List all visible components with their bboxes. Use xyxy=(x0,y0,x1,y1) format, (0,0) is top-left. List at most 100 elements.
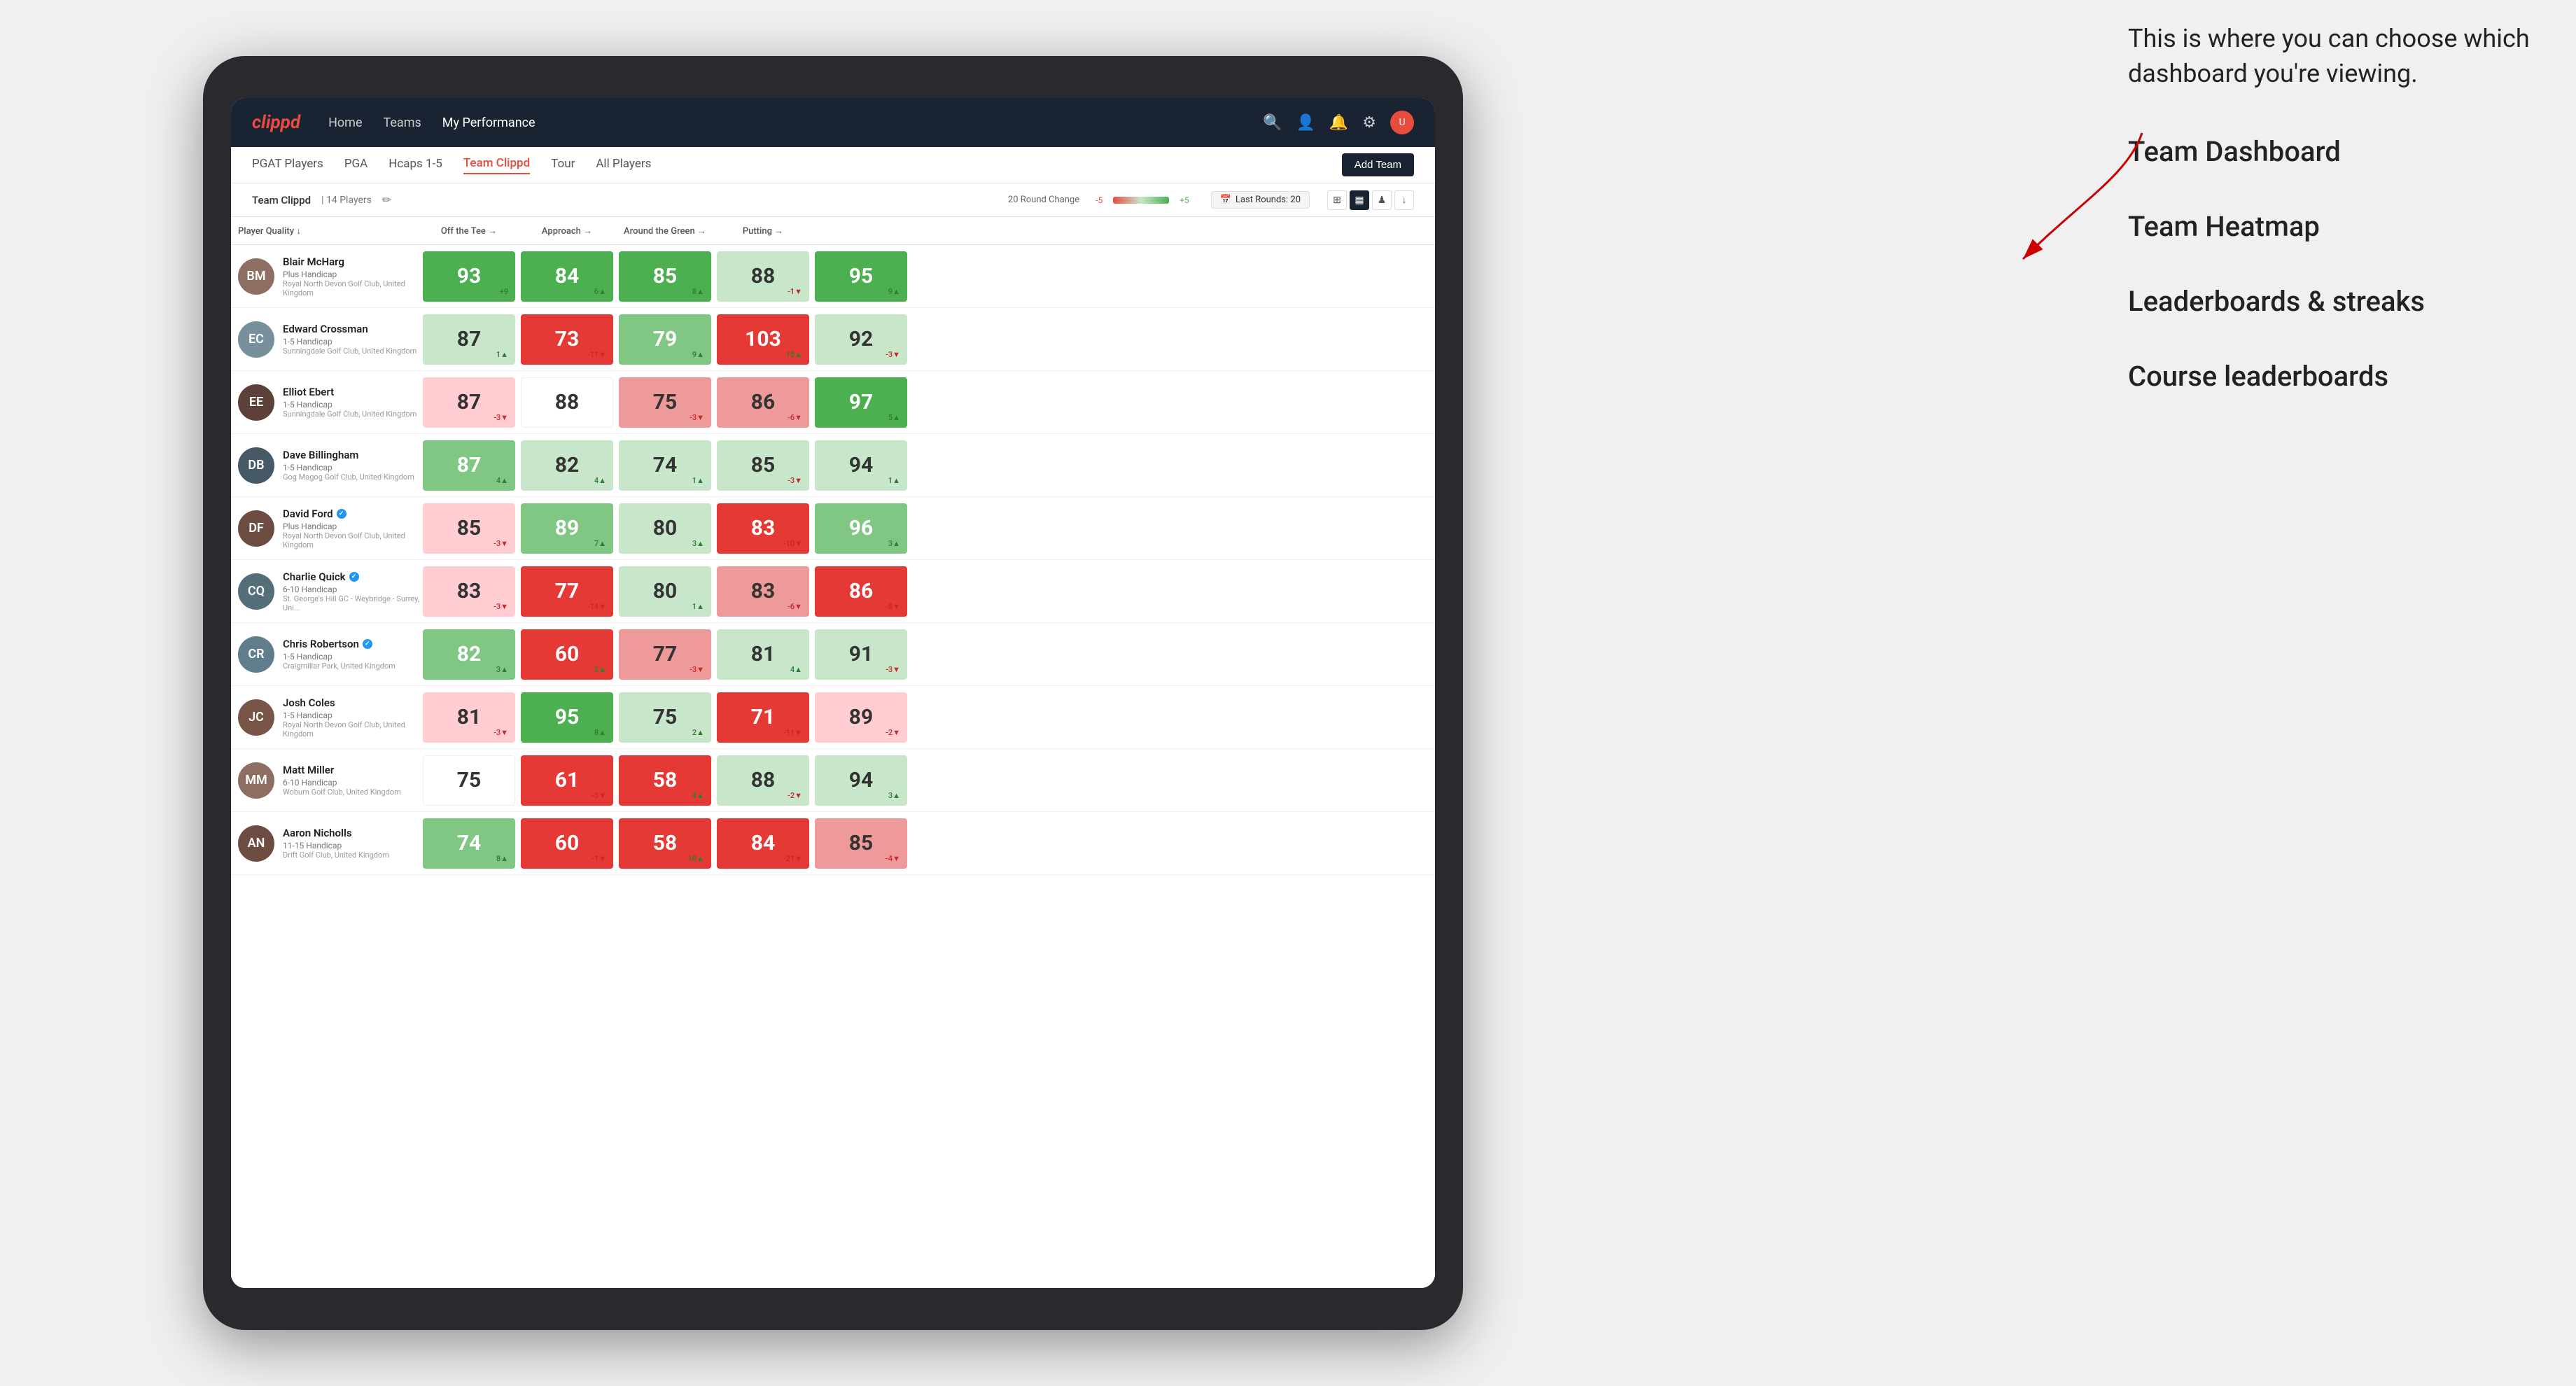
score-change: -10▼ xyxy=(783,539,802,548)
annotation-team-dashboard: Team Dashboard xyxy=(2128,134,2534,170)
nav-my-performance[interactable]: My Performance xyxy=(442,115,536,130)
avatar: CQ xyxy=(238,573,274,610)
score-cell-2: 75-3▼ xyxy=(619,377,711,428)
sub-nav-team-clippd[interactable]: Team Clippd xyxy=(463,156,530,174)
score-change: -3▼ xyxy=(886,350,900,359)
annotation-course-leaderboards: Course leaderboards xyxy=(2128,358,2534,395)
score-value: 88 xyxy=(555,390,579,414)
score-value: 89 xyxy=(555,516,579,540)
score-cell-3: 88-1▼ xyxy=(717,251,809,302)
player-info-cell: CRChris Robertson✓1-5 HandicapCraigmilla… xyxy=(238,631,420,678)
score-cell-4: 963▲ xyxy=(815,503,907,554)
add-team-button[interactable]: Add Team xyxy=(1342,153,1414,176)
nav-teams[interactable]: Teams xyxy=(384,115,421,130)
table-row[interactable]: CQCharlie Quick✓6-10 HandicapSt. George'… xyxy=(231,560,1435,623)
avatar[interactable]: U xyxy=(1390,111,1414,134)
score-value: 74 xyxy=(457,831,481,855)
player-details: Aaron Nicholls11-15 HandicapDrift Golf C… xyxy=(283,827,420,860)
nav-items: Home Teams My Performance xyxy=(328,115,1263,130)
last-rounds-button[interactable]: 📅 Last Rounds: 20 xyxy=(1211,191,1310,209)
score-value: 71 xyxy=(751,705,775,729)
annotation-menu-items: Team Dashboard Team Heatmap Leaderboards… xyxy=(2128,134,2534,395)
score-cell-3: 814▲ xyxy=(717,629,809,680)
score-cell-3: 10315▲ xyxy=(717,314,809,365)
score-value: 60 xyxy=(555,831,579,855)
table-row[interactable]: ECEdward Crossman1-5 HandicapSunningdale… xyxy=(231,308,1435,371)
player-details: Matt Miller6-10 HandicapWoburn Golf Club… xyxy=(283,764,420,797)
col-around-green: Around the Green → xyxy=(616,225,714,237)
score-cell-3: 83-10▼ xyxy=(717,503,809,554)
player-club: Royal North Devon Golf Club, United King… xyxy=(283,531,420,550)
score-cell-2: 77-3▼ xyxy=(619,629,711,680)
score-value: 60 xyxy=(555,642,579,666)
annotation-intro: This is where you can choose which dashb… xyxy=(2128,21,2534,92)
avatar: DB xyxy=(238,447,274,484)
score-value: 86 xyxy=(849,579,873,603)
nav-icons: 🔍 👤 🔔 ⚙ U xyxy=(1263,111,1414,134)
player-name: Chris Robertson✓ xyxy=(283,638,420,650)
score-cell-3: 86-6▼ xyxy=(717,377,809,428)
score-value: 93 xyxy=(457,264,481,288)
score-value: 91 xyxy=(849,642,873,666)
score-value: 80 xyxy=(653,579,677,603)
player-handicap: 11-15 Handicap xyxy=(283,841,420,850)
player-name: Elliot Ebert xyxy=(283,386,420,398)
score-change: 4▲ xyxy=(594,476,606,485)
sub-nav-tour[interactable]: Tour xyxy=(551,157,575,174)
list-view-button[interactable]: ♟ xyxy=(1372,190,1392,210)
score-value: 92 xyxy=(849,327,873,351)
table-row[interactable]: ANAaron Nicholls11-15 HandicapDrift Golf… xyxy=(231,812,1435,875)
score-value: 83 xyxy=(751,579,775,603)
bell-icon[interactable]: 🔔 xyxy=(1329,114,1348,132)
user-icon[interactable]: 👤 xyxy=(1296,114,1315,132)
edit-icon[interactable]: ✏ xyxy=(382,193,391,206)
score-value: 87 xyxy=(457,390,481,414)
annotation-leaderboards: Leaderboards & streaks xyxy=(2128,284,2534,320)
annotation-area: This is where you can choose which dashb… xyxy=(2128,21,2534,433)
score-value: 84 xyxy=(555,264,579,288)
sub-nav-hcaps[interactable]: Hcaps 1-5 xyxy=(388,157,442,174)
score-change: -3▼ xyxy=(493,602,508,611)
player-name: Matt Miller xyxy=(283,764,420,776)
player-handicap: 6-10 Handicap xyxy=(283,584,420,594)
table-row[interactable]: JCJosh Coles1-5 HandicapRoyal North Devo… xyxy=(231,686,1435,749)
player-handicap: 6-10 Handicap xyxy=(283,778,420,788)
score-cell-4: 975▲ xyxy=(815,377,907,428)
score-change: -3▼ xyxy=(886,665,900,674)
table-row[interactable]: EEElliot Ebert1-5 HandicapSunningdale Go… xyxy=(231,371,1435,434)
player-details: Dave Billingham1-5 HandicapGog Magog Gol… xyxy=(283,449,420,482)
table-row[interactable]: DFDavid Ford✓Plus HandicapRoyal North De… xyxy=(231,497,1435,560)
table-row[interactable]: CRChris Robertson✓1-5 HandicapCraigmilla… xyxy=(231,623,1435,686)
score-cell-2: 5810▲ xyxy=(619,818,711,869)
score-cell-0: 81-3▼ xyxy=(423,692,515,743)
grid-view-button[interactable]: ⊞ xyxy=(1327,190,1347,210)
score-cell-0: 871▲ xyxy=(423,314,515,365)
player-club: Sunningdale Golf Club, United Kingdom xyxy=(283,410,420,419)
avatar: DF xyxy=(238,510,274,547)
player-name: Josh Coles xyxy=(283,696,420,709)
sub-nav-pgat[interactable]: PGAT Players xyxy=(252,157,323,174)
score-change: -6▼ xyxy=(788,413,802,422)
download-button[interactable]: ↓ xyxy=(1394,190,1414,210)
player-club: Royal North Devon Golf Club, United King… xyxy=(283,279,420,298)
table-row[interactable]: BMBlair McHargPlus HandicapRoyal North D… xyxy=(231,245,1435,308)
search-icon[interactable]: 🔍 xyxy=(1263,114,1282,132)
sub-nav-pga[interactable]: PGA xyxy=(344,157,368,174)
nav-home[interactable]: Home xyxy=(328,115,362,130)
player-handicap: 1-5 Handicap xyxy=(283,710,420,720)
score-change: -6▼ xyxy=(788,602,802,611)
score-value: 88 xyxy=(751,264,775,288)
settings-icon[interactable]: ⚙ xyxy=(1362,114,1376,132)
table-row[interactable]: MMMatt Miller6-10 HandicapWoburn Golf Cl… xyxy=(231,749,1435,812)
table-area: Player Quality ↓ Off the Tee → Approach … xyxy=(231,217,1435,1288)
player-name: Blair McHarg xyxy=(283,255,420,268)
col-off-tee: Off the Tee → xyxy=(420,225,518,237)
score-value: 75 xyxy=(457,768,481,792)
table-view-button[interactable]: ▦ xyxy=(1350,190,1369,210)
score-cell-0: 87-3▼ xyxy=(423,377,515,428)
table-row[interactable]: DB Dave Billingham1-5 HandicapGog Magog G… xyxy=(231,434,1435,497)
player-handicap: 1-5 Handicap xyxy=(283,400,420,410)
score-value: 85 xyxy=(849,831,873,855)
score-change: 5▲ xyxy=(888,413,900,422)
sub-nav-all-players[interactable]: All Players xyxy=(596,157,651,174)
